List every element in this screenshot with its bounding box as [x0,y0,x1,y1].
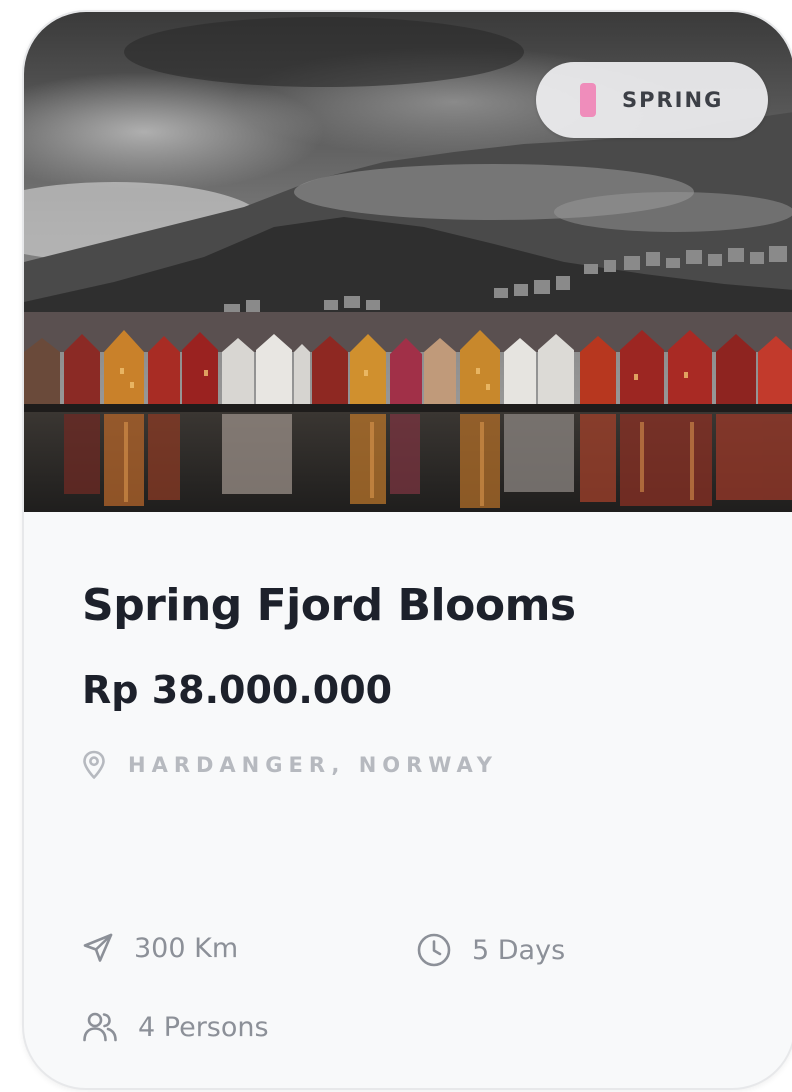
map-pin-icon [82,750,106,780]
tour-title[interactable]: Spring Fjord Blooms [82,580,576,631]
persons-text: 4 Persons [138,1011,269,1043]
tour-card[interactable]: SPRING Spring Fjord Blooms Rp 38.000.000… [22,10,792,1090]
tour-details: Spring Fjord Blooms Rp 38.000.000 HARDAN… [24,512,792,1088]
duration-text: 5 Days [472,934,566,966]
clock-icon [416,932,452,968]
season-color-dot [580,83,596,117]
stat-duration: 5 Days [416,932,565,968]
tour-location: HARDANGER, NORWAY [82,750,498,780]
navigation-arrow-icon [82,932,114,964]
stat-distance: 300 Km [82,932,238,964]
stat-persons: 4 Persons [82,1010,269,1044]
tour-photo: SPRING [24,12,792,512]
season-label: SPRING [622,88,724,112]
distance-text: 300 Km [134,932,239,964]
users-icon [82,1010,118,1044]
tour-price: Rp 38.000.000 [82,668,393,712]
season-badge: SPRING [536,62,768,138]
location-text: HARDANGER, NORWAY [128,753,498,777]
